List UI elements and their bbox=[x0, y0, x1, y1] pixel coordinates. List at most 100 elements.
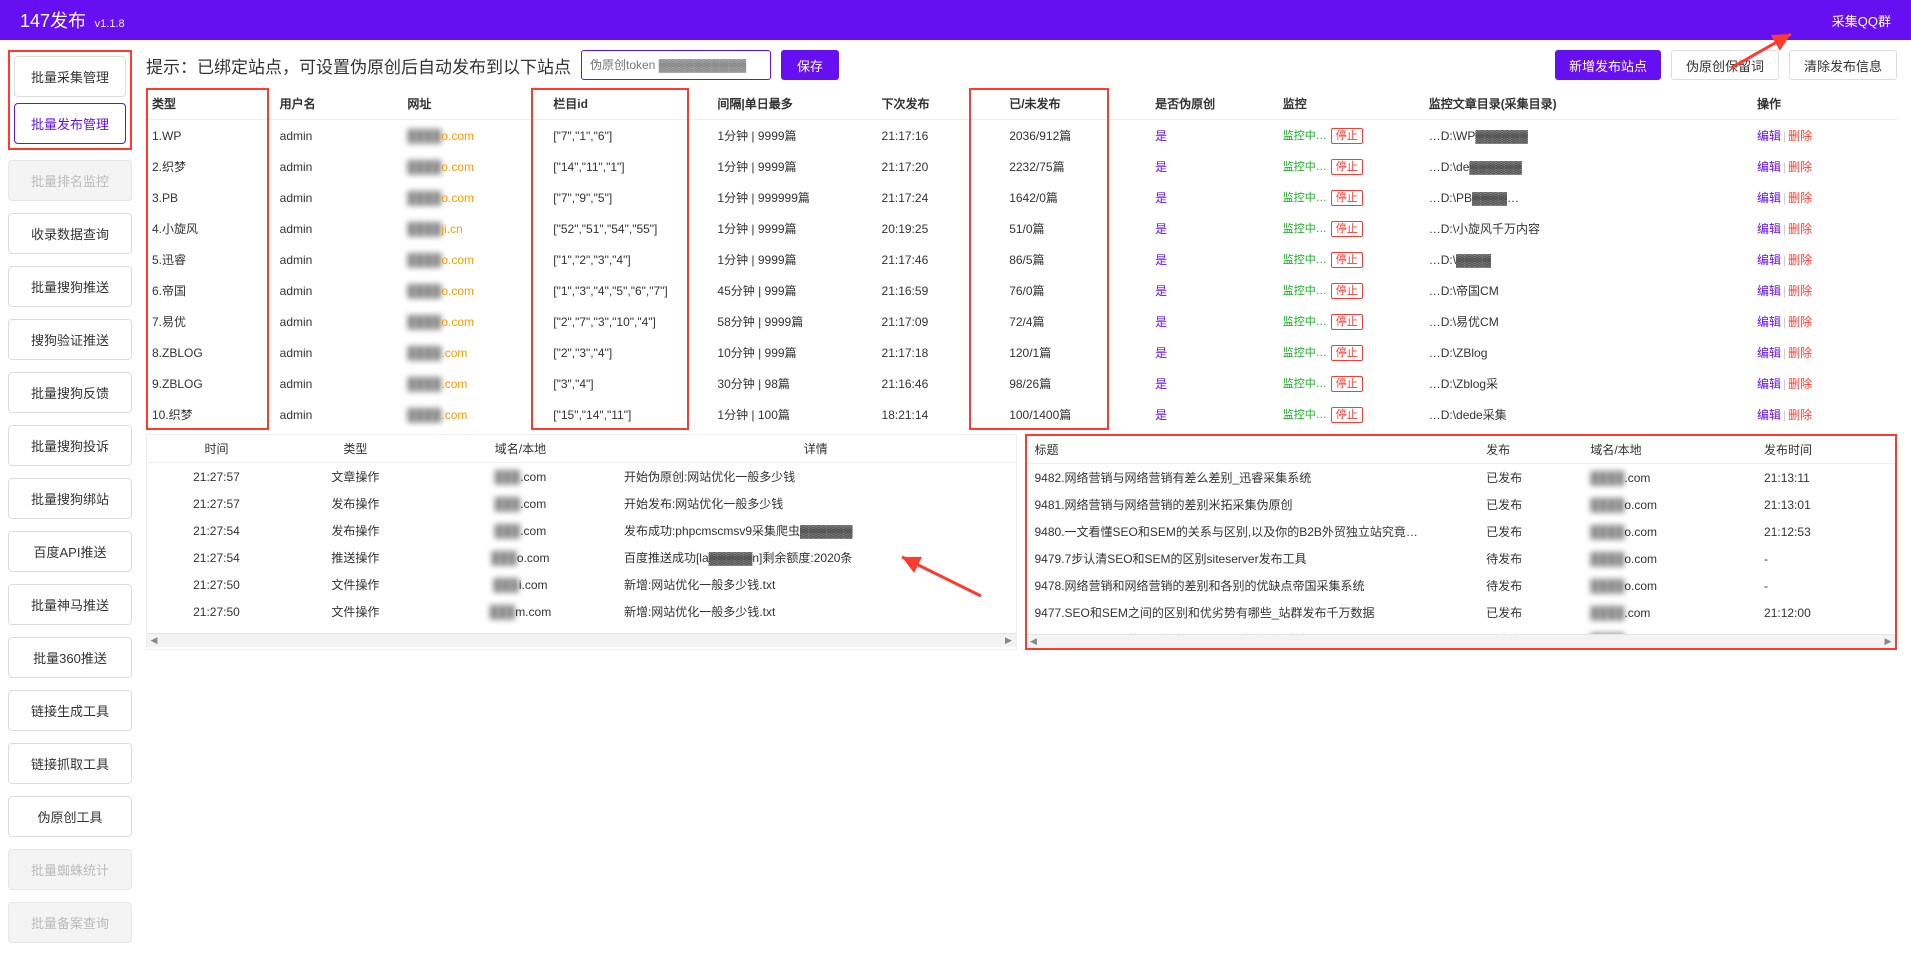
table-row[interactable]: 4.小旋风admin████ji.cn["52","51","54","55"]… bbox=[146, 213, 1897, 244]
log-type: 推送操作 bbox=[286, 544, 425, 571]
list-item[interactable]: 9480.一文看懂SEO和SEM的关系与区别,以及你的B2B外贸独立站究竟…已发… bbox=[1027, 518, 1896, 545]
list-item[interactable]: 9477.SEO和SEM之间的区别和优劣势有哪些_站群发布千万数据已发布████… bbox=[1027, 599, 1896, 626]
app-title: 147发布 bbox=[20, 11, 86, 31]
edit-link[interactable]: 编辑 bbox=[1757, 377, 1781, 391]
list-item[interactable]: 9482.网络营销与网络营销有差么差别_迅睿采集系统已发布████.com21:… bbox=[1027, 464, 1896, 491]
sidebar-item-sogou-complain[interactable]: 批量搜狗投诉 bbox=[8, 425, 132, 466]
table-row[interactable]: 6.帝国admin████o.com["1","3","4","5","6","… bbox=[146, 275, 1897, 306]
list-item[interactable]: 9476.SEO和SEM的区别是什么_discuz发布千万数据已发布████.c… bbox=[1027, 626, 1896, 634]
delete-link[interactable]: 删除 bbox=[1788, 315, 1812, 329]
edit-link[interactable]: 编辑 bbox=[1757, 284, 1781, 298]
edit-link[interactable]: 编辑 bbox=[1757, 253, 1781, 267]
stop-button[interactable]: 停止 bbox=[1331, 252, 1363, 268]
list-item[interactable]: 21:27:54发布操作███.com发布成功:phpcmscmsv9采集爬虫▓… bbox=[147, 517, 1016, 544]
sidebar-item-sogou-push[interactable]: 批量搜狗推送 bbox=[8, 266, 132, 307]
sidebar-item-index-query[interactable]: 收录数据查询 bbox=[8, 213, 132, 254]
edit-link[interactable]: 编辑 bbox=[1757, 129, 1781, 143]
scroll-left-icon[interactable]: ◀ bbox=[149, 636, 159, 646]
list-item[interactable]: 21:27:50文件操作███m.com新增:网站优化一般多少钱.txt bbox=[147, 598, 1016, 625]
table-row[interactable]: 5.迅睿admin████o.com["1","2","3","4"]1分钟 |… bbox=[146, 244, 1897, 275]
edit-link[interactable]: 编辑 bbox=[1757, 408, 1781, 422]
keep-words-button[interactable]: 伪原创保留词 bbox=[1671, 50, 1779, 80]
sidebar-item-360-push[interactable]: 批量360推送 bbox=[8, 637, 132, 678]
right-log-body[interactable]: 9482.网络营销与网络营销有差么差别_迅睿采集系统已发布████.com21:… bbox=[1027, 464, 1896, 634]
edit-link[interactable]: 编辑 bbox=[1757, 222, 1781, 236]
delete-link[interactable]: 删除 bbox=[1788, 222, 1812, 236]
sidebar-item-rewrite-tool[interactable]: 伪原创工具 bbox=[8, 796, 132, 837]
right-log-scrollbar[interactable]: ◀ ▶ bbox=[1027, 634, 1896, 648]
stop-button[interactable]: 停止 bbox=[1331, 190, 1363, 206]
cell-fake: 是 bbox=[1149, 368, 1277, 399]
save-button[interactable]: 保存 bbox=[781, 50, 839, 80]
cell-monitor: 监控中…停止 bbox=[1277, 306, 1423, 337]
table-row[interactable]: 1.WPadmin████o.com["7","1","6"]1分钟 | 999… bbox=[146, 120, 1897, 152]
stop-button[interactable]: 停止 bbox=[1331, 345, 1363, 361]
cell-cat: ["14","11","1"] bbox=[547, 151, 711, 182]
edit-link[interactable]: 编辑 bbox=[1757, 191, 1781, 205]
sidebar-item-link-crawl[interactable]: 链接抓取工具 bbox=[8, 743, 132, 784]
token-input[interactable] bbox=[581, 50, 771, 80]
stop-button[interactable]: 停止 bbox=[1331, 283, 1363, 299]
stop-button[interactable]: 停止 bbox=[1331, 221, 1363, 237]
sidebar-item-spider-stats[interactable]: 批量蜘蛛统计 bbox=[8, 849, 132, 890]
log-detail: 开始发布:网站优化一般多少钱 bbox=[616, 490, 1016, 517]
qq-group-link[interactable]: 采集QQ群 bbox=[1832, 11, 1891, 30]
table-row[interactable]: 9.ZBLOGadmin████.com["3","4"]30分钟 | 98篇2… bbox=[146, 368, 1897, 399]
table-row[interactable]: 2.织梦admin████o.com["14","11","1"]1分钟 | 9… bbox=[146, 151, 1897, 182]
left-log-body[interactable]: 21:27:57文章操作███.com开始伪原创:网站优化一般多少钱21:27:… bbox=[147, 463, 1016, 633]
th-cat: 栏目id bbox=[547, 88, 711, 120]
sidebar-item-collect-manage[interactable]: 批量采集管理 bbox=[14, 56, 126, 97]
sidebar-item-link-gen[interactable]: 链接生成工具 bbox=[8, 690, 132, 731]
edit-link[interactable]: 编辑 bbox=[1757, 346, 1781, 360]
sidebar-item-publish-manage[interactable]: 批量发布管理 bbox=[14, 103, 126, 144]
stop-button[interactable]: 停止 bbox=[1331, 376, 1363, 392]
sidebar-item-rank-monitor[interactable]: 批量排名监控 bbox=[8, 160, 132, 201]
cell-dir: …D:\Zblog采 bbox=[1423, 368, 1751, 399]
list-item[interactable]: 21:27:54推送操作███o.com百度推送成功[la▓▓▓▓▓n]剩余额度… bbox=[147, 544, 1016, 571]
stop-button[interactable]: 停止 bbox=[1331, 407, 1363, 423]
rlog-title: 9479.7步认清SEO和SEM的区别siteserver发布工具 bbox=[1027, 545, 1479, 572]
list-item[interactable]: 9479.7步认清SEO和SEM的区别siteserver发布工具待发布████… bbox=[1027, 545, 1896, 572]
left-log-scrollbar[interactable]: ◀ ▶ bbox=[147, 633, 1016, 647]
delete-link[interactable]: 删除 bbox=[1788, 129, 1812, 143]
edit-link[interactable]: 编辑 bbox=[1757, 315, 1781, 329]
cell-pub: 76/0篇 bbox=[1003, 275, 1149, 306]
stop-button[interactable]: 停止 bbox=[1331, 128, 1363, 144]
sidebar-item-beian-query[interactable]: 批量备案查询 bbox=[8, 902, 132, 943]
delete-link[interactable]: 删除 bbox=[1788, 284, 1812, 298]
table-row[interactable]: 3.PBadmin████o.com["7","9","5"]1分钟 | 999… bbox=[146, 182, 1897, 213]
sites-table-wrap: 类型 用户名 网址 栏目id 间隔|单日最多 下次发布 已/未发布 是否伪原创 … bbox=[146, 88, 1897, 430]
sidebar-item-sogou-verify[interactable]: 搜狗验证推送 bbox=[8, 319, 132, 360]
delete-link[interactable]: 删除 bbox=[1788, 191, 1812, 205]
list-item[interactable]: 21:27:50文件操作███i.com新增:网站优化一般多少钱.txt bbox=[147, 571, 1016, 598]
sidebar-item-shenma-push[interactable]: 批量神马推送 bbox=[8, 584, 132, 625]
list-item[interactable]: 9478.网络营销和网络营销的差别和各别的优缺点帝国采集系统待发布████o.c… bbox=[1027, 572, 1896, 599]
add-site-button[interactable]: 新增发布站点 bbox=[1555, 50, 1661, 80]
stop-button[interactable]: 停止 bbox=[1331, 314, 1363, 330]
delete-link[interactable]: 删除 bbox=[1788, 160, 1812, 174]
cell-user: admin bbox=[274, 244, 402, 275]
rh-domain: 域名/本地 bbox=[1582, 436, 1756, 464]
table-row[interactable]: 7.易优admin████o.com["2","7","3","10","4"]… bbox=[146, 306, 1897, 337]
cell-interval: 1分钟 | 9999篇 bbox=[711, 120, 875, 152]
scroll-right-icon[interactable]: ▶ bbox=[1004, 636, 1014, 646]
delete-link[interactable]: 删除 bbox=[1788, 408, 1812, 422]
scroll-right-icon[interactable]: ▶ bbox=[1883, 637, 1893, 647]
list-item[interactable]: 9481.网络营销与网络营销的差别米拓采集伪原创已发布████o.com21:1… bbox=[1027, 491, 1896, 518]
clear-info-button[interactable]: 清除发布信息 bbox=[1789, 50, 1897, 80]
delete-link[interactable]: 删除 bbox=[1788, 346, 1812, 360]
delete-link[interactable]: 删除 bbox=[1788, 377, 1812, 391]
scroll-left-icon[interactable]: ◀ bbox=[1029, 637, 1039, 647]
delete-link[interactable]: 删除 bbox=[1788, 253, 1812, 267]
cell-dir: …D:\ZBlog bbox=[1423, 337, 1751, 368]
sidebar-item-sogou-bind[interactable]: 批量搜狗绑站 bbox=[8, 478, 132, 519]
list-item[interactable]: 21:27:57文章操作███.com开始伪原创:网站优化一般多少钱 bbox=[147, 463, 1016, 490]
list-item[interactable]: 21:27:57发布操作███.com开始发布:网站优化一般多少钱 bbox=[147, 490, 1016, 517]
table-row[interactable]: 10.织梦admin████.com["15","14","11"]1分钟 | … bbox=[146, 399, 1897, 430]
cell-op: 编辑|删除 bbox=[1751, 213, 1897, 244]
sidebar-item-baidu-api[interactable]: 百度API推送 bbox=[8, 531, 132, 572]
edit-link[interactable]: 编辑 bbox=[1757, 160, 1781, 174]
sidebar-item-sogou-feedback[interactable]: 批量搜狗反馈 bbox=[8, 372, 132, 413]
stop-button[interactable]: 停止 bbox=[1331, 159, 1363, 175]
table-row[interactable]: 8.ZBLOGadmin████.com["2","3","4"]10分钟 | … bbox=[146, 337, 1897, 368]
